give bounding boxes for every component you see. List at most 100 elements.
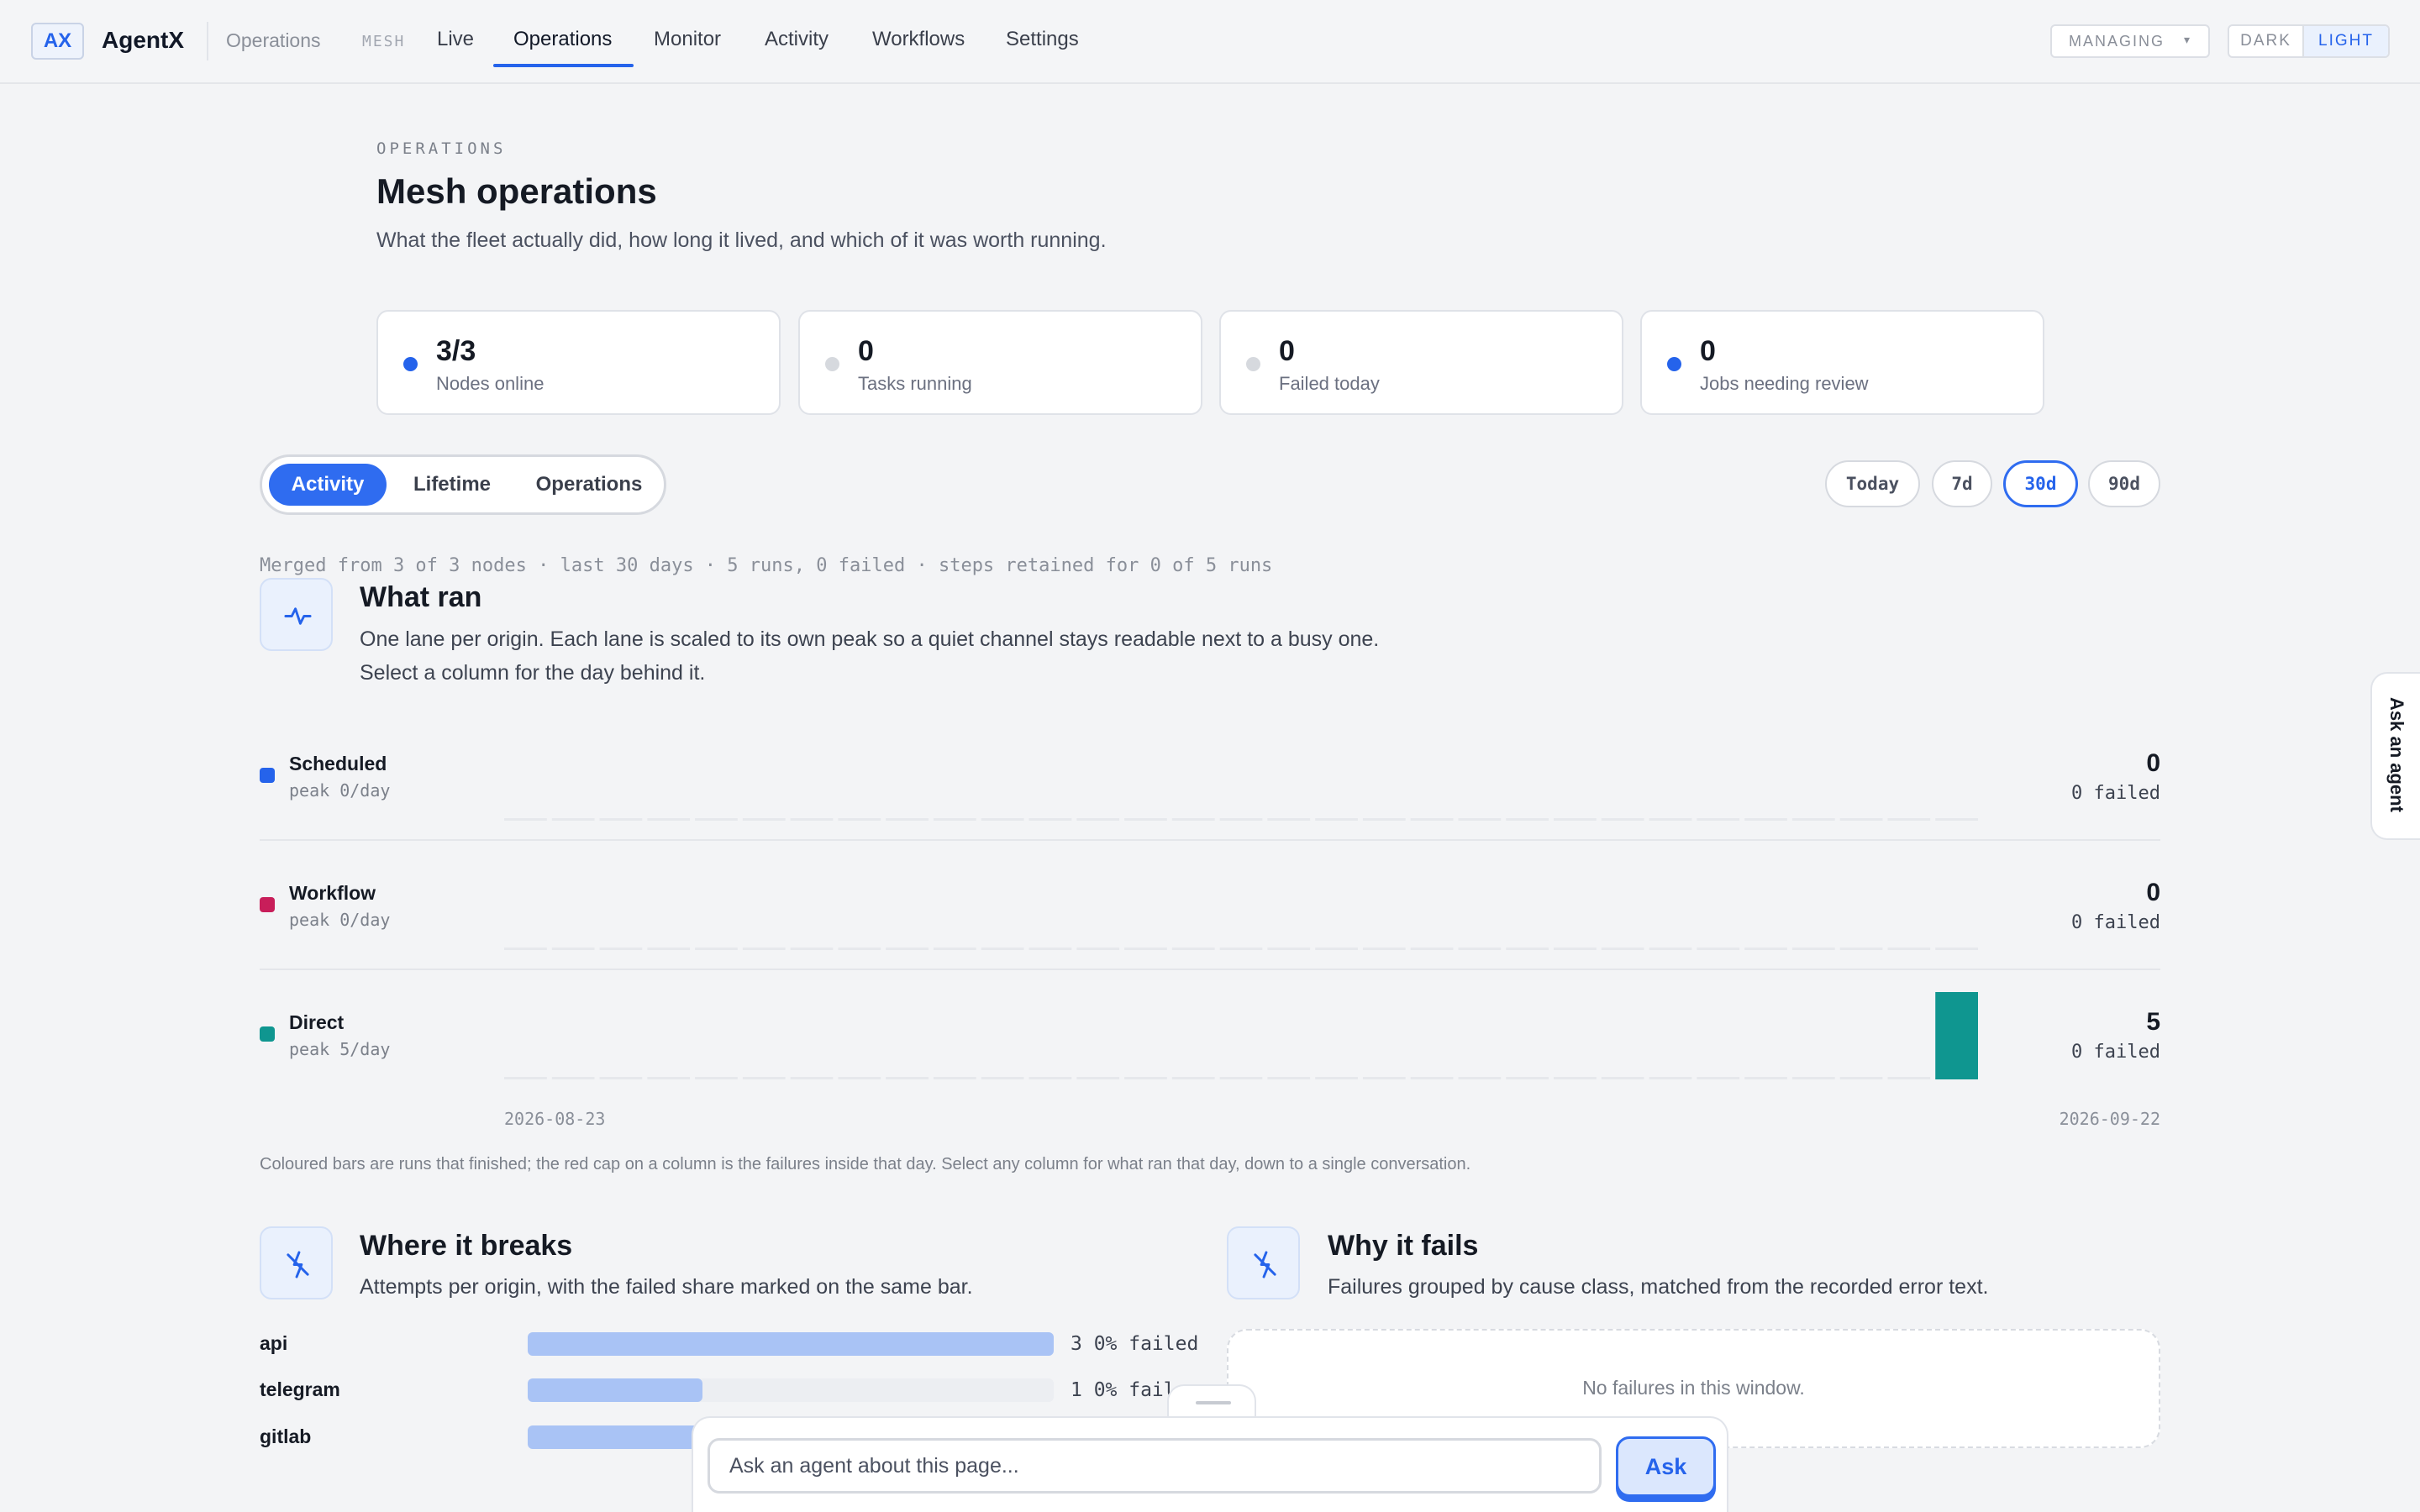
day-column-baseline[interactable] [981,948,1024,950]
day-column-baseline[interactable] [1506,948,1549,950]
day-column-baseline[interactable] [1410,818,1454,821]
day-column-baseline[interactable] [1171,948,1215,950]
day-column-baseline[interactable] [790,948,834,950]
range-7d-button[interactable]: 7d [1932,460,1992,507]
day-column-baseline[interactable] [1601,818,1644,821]
day-column-baseline[interactable] [1887,948,1931,950]
day-column-baseline[interactable] [647,948,691,950]
day-column-baseline[interactable] [1171,818,1215,821]
day-column-baseline[interactable] [1791,948,1835,950]
stat-card-nodes[interactable]: 3/3 Nodes online [376,310,781,415]
day-column-baseline[interactable] [504,948,547,950]
day-column-baseline[interactable] [1315,818,1358,821]
day-column-baseline[interactable] [1028,818,1072,821]
day-column-baseline[interactable] [1124,1077,1167,1079]
app-logo[interactable]: AX [31,23,84,60]
theme-light-button[interactable]: LIGHT [2304,26,2388,56]
day-column-baseline[interactable] [1410,948,1454,950]
day-column-baseline[interactable] [1791,1077,1835,1079]
day-bar[interactable] [1935,992,1978,1079]
day-column-baseline[interactable] [790,1077,834,1079]
stat-card-tasks[interactable]: 0 Tasks running [798,310,1202,415]
nav-operations[interactable]: Operations [513,28,612,51]
day-column-baseline[interactable] [1076,1077,1120,1079]
day-column-baseline[interactable] [599,1077,643,1079]
day-column-baseline[interactable] [742,948,786,950]
day-column-baseline[interactable] [886,1077,929,1079]
day-column-baseline[interactable] [504,1077,547,1079]
range-30d-button[interactable]: 30d [2003,460,2078,507]
day-column-baseline[interactable] [1219,948,1263,950]
ask-drawer-handle[interactable] [1167,1384,1256,1418]
day-column-baseline[interactable] [933,818,976,821]
day-column-baseline[interactable] [1219,1077,1263,1079]
nav-live[interactable]: Live [437,28,474,51]
managing-select[interactable]: MANAGING ▾ [2050,24,2210,58]
day-column-baseline[interactable] [599,818,643,821]
day-column-baseline[interactable] [838,948,881,950]
day-column-baseline[interactable] [1601,1077,1644,1079]
day-column-baseline[interactable] [1362,818,1406,821]
day-column-baseline[interactable] [599,948,643,950]
day-column-baseline[interactable] [1839,948,1883,950]
origin-bar-track[interactable] [528,1378,1054,1402]
day-column-baseline[interactable] [695,1077,738,1079]
day-column-baseline[interactable] [1315,948,1358,950]
day-column-baseline[interactable] [551,1077,595,1079]
day-column-baseline[interactable] [1267,1077,1311,1079]
day-column-baseline[interactable] [1458,948,1502,950]
day-column-baseline[interactable] [981,818,1024,821]
origin-bar-track[interactable] [528,1332,1054,1356]
nav-monitor[interactable]: Monitor [654,28,721,51]
day-column-baseline[interactable] [647,818,691,821]
day-column-baseline[interactable] [1076,818,1120,821]
day-column-baseline[interactable] [1171,1077,1215,1079]
day-column-baseline[interactable] [1697,948,1740,950]
day-column-baseline[interactable] [1839,818,1883,821]
day-column-baseline[interactable] [1649,1077,1692,1079]
day-column-baseline[interactable] [1458,818,1502,821]
day-column-baseline[interactable] [1601,948,1644,950]
range-90d-button[interactable]: 90d [2088,460,2160,507]
day-column-baseline[interactable] [1744,1077,1787,1079]
day-column-baseline[interactable] [742,818,786,821]
day-column-baseline[interactable] [647,1077,691,1079]
day-column-baseline[interactable] [1935,818,1978,821]
day-column-baseline[interactable] [1791,818,1835,821]
day-column-baseline[interactable] [1554,818,1597,821]
day-column-baseline[interactable] [1458,1077,1502,1079]
day-column-baseline[interactable] [1649,948,1692,950]
day-column-baseline[interactable] [790,818,834,821]
day-column-baseline[interactable] [1935,948,1978,950]
day-column-baseline[interactable] [1887,818,1931,821]
day-column-baseline[interactable] [886,818,929,821]
day-column-baseline[interactable] [981,1077,1024,1079]
day-column-baseline[interactable] [1028,948,1072,950]
day-column-baseline[interactable] [1124,818,1167,821]
day-column-baseline[interactable] [1267,818,1311,821]
day-column-baseline[interactable] [886,948,929,950]
stat-card-failed[interactable]: 0 Failed today [1219,310,1623,415]
day-column-baseline[interactable] [504,818,547,821]
stat-card-review[interactable]: 0 Jobs needing review [1640,310,2044,415]
day-column-baseline[interactable] [1219,818,1263,821]
day-column-baseline[interactable] [1410,1077,1454,1079]
day-column-baseline[interactable] [1697,818,1740,821]
day-column-baseline[interactable] [1554,1077,1597,1079]
day-column-baseline[interactable] [1887,1077,1931,1079]
day-column-baseline[interactable] [1506,818,1549,821]
breadcrumb[interactable]: Operations [226,29,321,52]
tab-lifetime[interactable]: Lifetime [393,464,511,506]
day-column-baseline[interactable] [1697,1077,1740,1079]
day-column-baseline[interactable] [1744,948,1787,950]
nav-workflows[interactable]: Workflows [872,28,965,51]
day-column-baseline[interactable] [1315,1077,1358,1079]
day-column-baseline[interactable] [742,1077,786,1079]
day-column-baseline[interactable] [1554,948,1597,950]
tab-activity[interactable]: Activity [269,464,387,506]
app-name[interactable]: AgentX [102,27,184,54]
nav-activity[interactable]: Activity [765,28,829,51]
tab-operations[interactable]: Operations [518,464,660,506]
day-column-baseline[interactable] [1362,1077,1406,1079]
theme-dark-button[interactable]: DARK [2229,26,2304,56]
